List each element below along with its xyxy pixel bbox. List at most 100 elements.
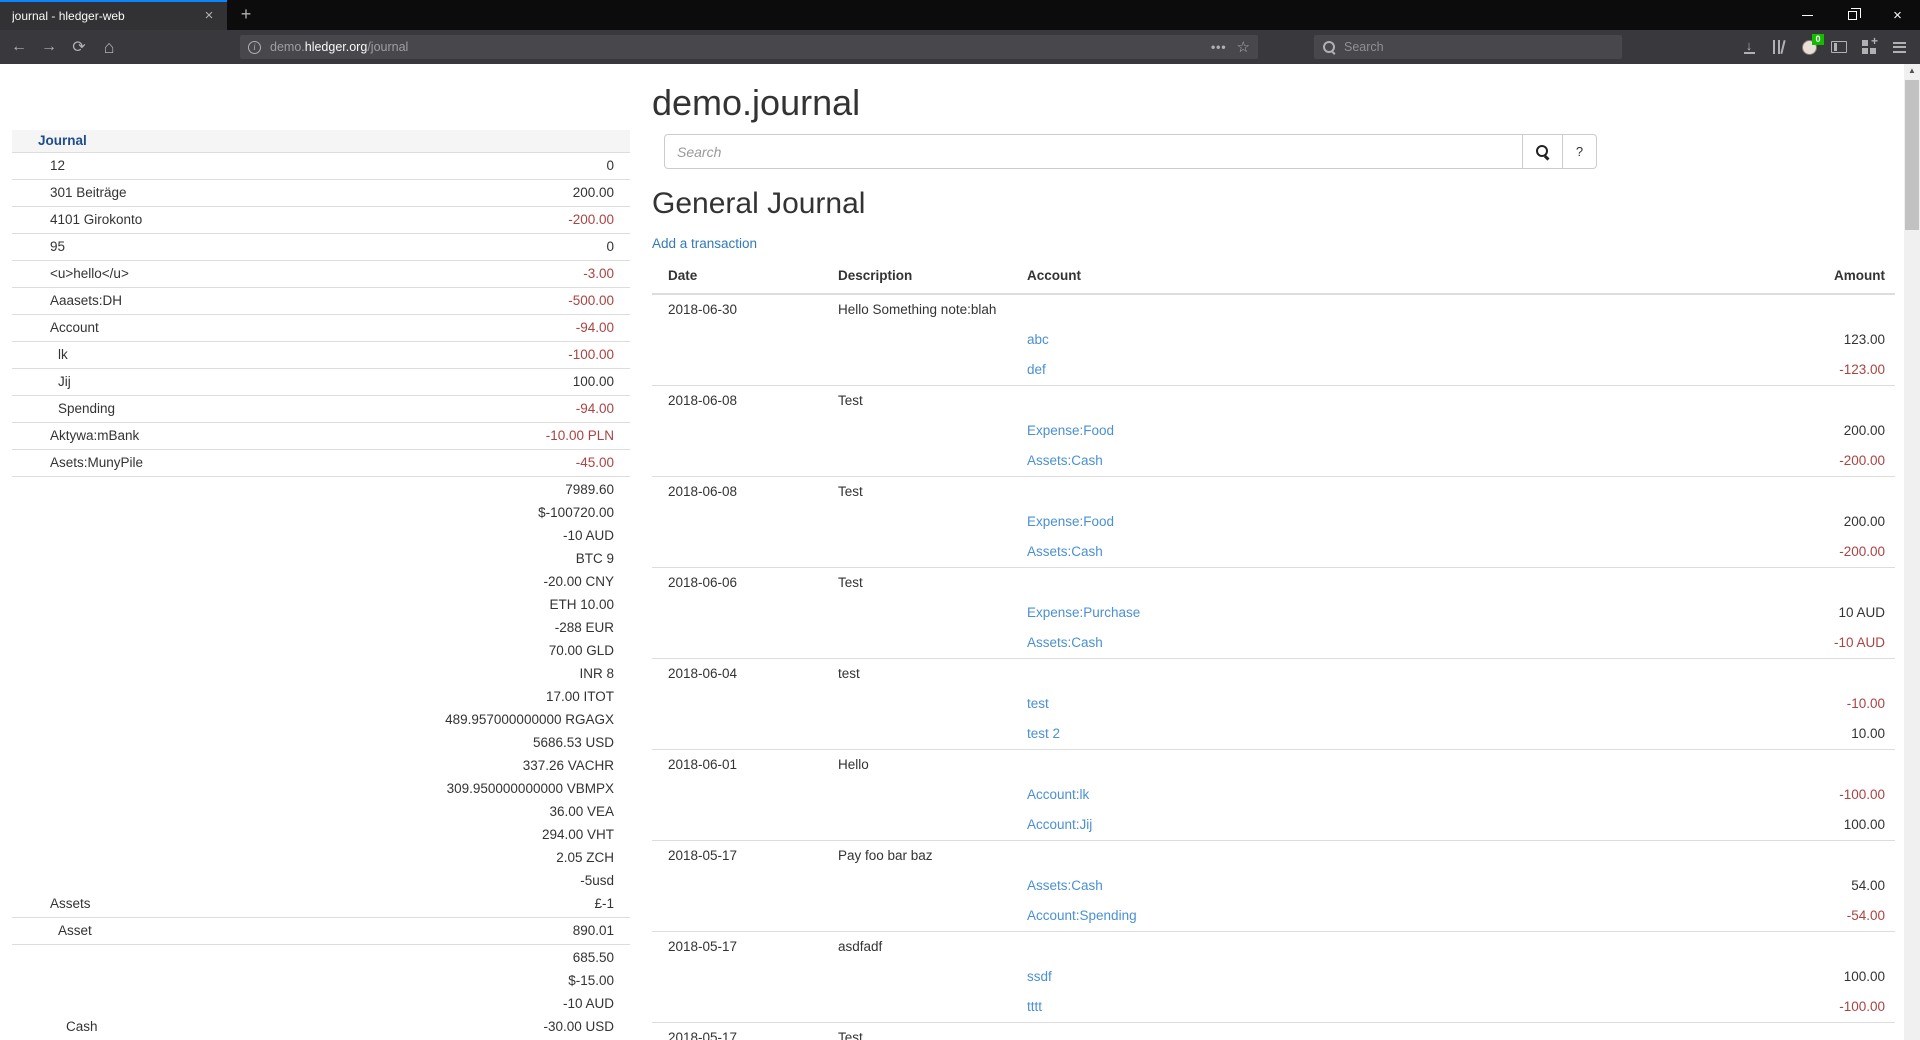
minimize-icon [1802, 15, 1813, 16]
library-button[interactable] [1764, 33, 1794, 61]
posting-account-link[interactable]: test [1021, 689, 1049, 719]
posting-row: Expense:Purchase10 AUD [1021, 598, 1895, 628]
sidebar-account-name[interactable]: Asset [12, 919, 573, 942]
reader-view-button[interactable] [1824, 33, 1854, 61]
scrollbar-thumb[interactable] [1905, 80, 1919, 230]
posting-account-link[interactable]: abc [1021, 325, 1049, 355]
transaction-description: Test [838, 1023, 1895, 1040]
sidebar-account-name[interactable]: lk [12, 343, 568, 366]
sidebar-account-name[interactable]: Spending [12, 397, 576, 420]
transaction-row[interactable]: 2018-05-17asdfadfssdf100.00tttt-100.00 [652, 931, 1895, 1022]
sidebar-amount: 200.00 [573, 181, 614, 204]
sidebar-account-name[interactable]: Account [12, 316, 576, 339]
sidebar-account-row: 4101 Girokonto-200.00 [12, 206, 630, 233]
extension-button[interactable]: 0 [1794, 33, 1824, 61]
window-close-button[interactable]: × [1875, 0, 1920, 30]
tab-title: journal - hledger-web [12, 9, 199, 23]
sidebar-account-name[interactable]: <u>hello</u> [12, 262, 583, 285]
sidebar-account-name[interactable]: 301 Beiträge [12, 181, 573, 204]
transaction-row[interactable]: 2018-06-06TestExpense:Purchase10 AUDAsse… [652, 567, 1895, 658]
transaction-row[interactable]: 2018-06-08TestExpense:Food200.00Assets:C… [652, 476, 1895, 567]
sidebar-account-name[interactable]: Cash [12, 1015, 543, 1038]
posting-account-link[interactable]: ssdf [1021, 962, 1052, 992]
scrollbar-up-icon[interactable]: ▲ [1904, 64, 1920, 78]
posting-account-link[interactable]: Account:lk [1021, 780, 1089, 810]
posting-account-link[interactable]: Assets:Cash [1021, 871, 1103, 901]
url-domain: hledger.org [305, 40, 368, 54]
sidebar-amount: -10 AUD [445, 524, 614, 547]
new-tab-button[interactable]: + [233, 3, 259, 27]
download-icon: ↓ [1744, 40, 1755, 54]
extensions-grid-button[interactable] [1854, 33, 1884, 61]
sidebar-account-name[interactable]: Jij [12, 370, 573, 393]
sidebar-account-name[interactable]: Asets:MunyPile [12, 451, 576, 474]
section-heading: General Journal [652, 187, 1895, 221]
transaction-row[interactable]: 2018-05-17Test [652, 1022, 1895, 1040]
transaction-row[interactable]: 2018-06-04testtest-10.00test 210.00 [652, 658, 1895, 749]
posting-amount: 200.00 [1844, 416, 1895, 446]
posting-account-link[interactable]: Expense:Food [1021, 416, 1114, 446]
browser-titlebar: journal - hledger-web × + × [0, 0, 1920, 30]
journal-link[interactable]: Journal [38, 133, 87, 148]
browser-tab[interactable]: journal - hledger-web × [0, 0, 227, 30]
search-help-button[interactable]: ? [1563, 134, 1597, 169]
page-scrollbar[interactable]: ▲ [1904, 64, 1920, 1040]
posting-account-link[interactable]: test 2 [1021, 719, 1060, 749]
accounts-sidebar: Journal 12 0 301 Beiträge200.004101 Giroko… [12, 130, 630, 1040]
transaction-row[interactable]: 2018-06-30Hello Something note:blahabc12… [652, 295, 1895, 385]
header-description: Description [838, 268, 1021, 283]
sidebar-amount: 2.05 ZCH [445, 846, 614, 869]
posting-account-link[interactable]: Assets:Cash [1021, 628, 1103, 658]
posting-account-link[interactable]: def [1021, 355, 1046, 385]
posting-account-link[interactable]: Account:Jij [1021, 810, 1092, 840]
sidebar-account-row: 301 Beiträge200.00 [12, 179, 630, 206]
sidebar-account-name[interactable]: 4101 Girokonto [12, 208, 568, 231]
forward-button[interactable]: → [34, 33, 64, 61]
sidebar-account-name[interactable]: Aaasets:DH [12, 289, 568, 312]
search-submit-button[interactable] [1523, 134, 1563, 169]
sidebar-account-row: Asets:MunyPile-45.00 [12, 449, 630, 476]
toolbar-search-field[interactable]: Search [1314, 35, 1622, 59]
sidebar-account-amounts: 0 [606, 235, 630, 258]
sidebar-amount: INR 8 [445, 662, 614, 685]
tab-close-icon[interactable]: × [199, 6, 219, 26]
sidebar-amount: ETH 10.00 [445, 593, 614, 616]
posting-row: Assets:Cash54.00 [1021, 871, 1895, 901]
transaction-row[interactable]: 2018-06-01HelloAccount:lk-100.00Account:… [652, 749, 1895, 840]
sidebar-amount: -288 EUR [445, 616, 614, 639]
header-amount: Amount [1834, 268, 1895, 283]
home-button[interactable]: ⌂ [94, 33, 124, 61]
home-icon: ⌂ [104, 37, 115, 58]
bookmark-star-icon[interactable]: ☆ [1237, 38, 1250, 56]
window-restore-button[interactable] [1830, 0, 1875, 30]
downloads-button[interactable]: ↓ [1734, 33, 1764, 61]
sidebar-amount: 5686.53 USD [445, 731, 614, 754]
page-actions-icon[interactable]: ••• [1211, 40, 1227, 54]
posting-amount: -54.00 [1847, 901, 1895, 931]
sidebar-account-name[interactable]: Assets [12, 892, 445, 915]
transaction-row[interactable]: 2018-05-17Pay foo bar bazAssets:Cash54.0… [652, 840, 1895, 931]
url-text[interactable]: demo.hledger.org/journal [270, 40, 1211, 54]
journal-search-input[interactable] [664, 134, 1523, 169]
window-minimize-button[interactable] [1785, 0, 1830, 30]
posting-account-link[interactable]: Expense:Purchase [1021, 598, 1140, 628]
posting-account-link[interactable]: Assets:Cash [1021, 537, 1103, 567]
add-transaction-link[interactable]: Add a transaction [652, 236, 757, 251]
sidebar-account-name[interactable]: 12 [12, 154, 606, 177]
posting-account-link[interactable]: Account:Spending [1021, 901, 1137, 931]
transaction-date: 2018-06-06 [652, 568, 838, 598]
posting-row: tttt-100.00 [1021, 992, 1895, 1022]
posting-amount: 100.00 [1844, 962, 1895, 992]
url-bar[interactable]: i demo.hledger.org/journal ••• ☆ [240, 35, 1258, 59]
sidebar-account-name[interactable]: 95 [12, 235, 606, 258]
sidebar-account-name[interactable]: Aktywa:mBank [12, 424, 546, 447]
back-button[interactable]: ← [4, 33, 34, 61]
reload-button[interactable]: ⟳ [64, 33, 94, 61]
posting-account-link[interactable]: Expense:Food [1021, 507, 1114, 537]
transaction-row[interactable]: 2018-06-08TestExpense:Food200.00Assets:C… [652, 385, 1895, 476]
posting-account-link[interactable]: tttt [1021, 992, 1042, 1022]
menu-button[interactable] [1884, 33, 1914, 61]
posting-account-link[interactable]: Assets:Cash [1021, 446, 1103, 476]
site-info-icon[interactable]: i [248, 41, 261, 54]
transaction-date: 2018-05-17 [652, 841, 838, 871]
